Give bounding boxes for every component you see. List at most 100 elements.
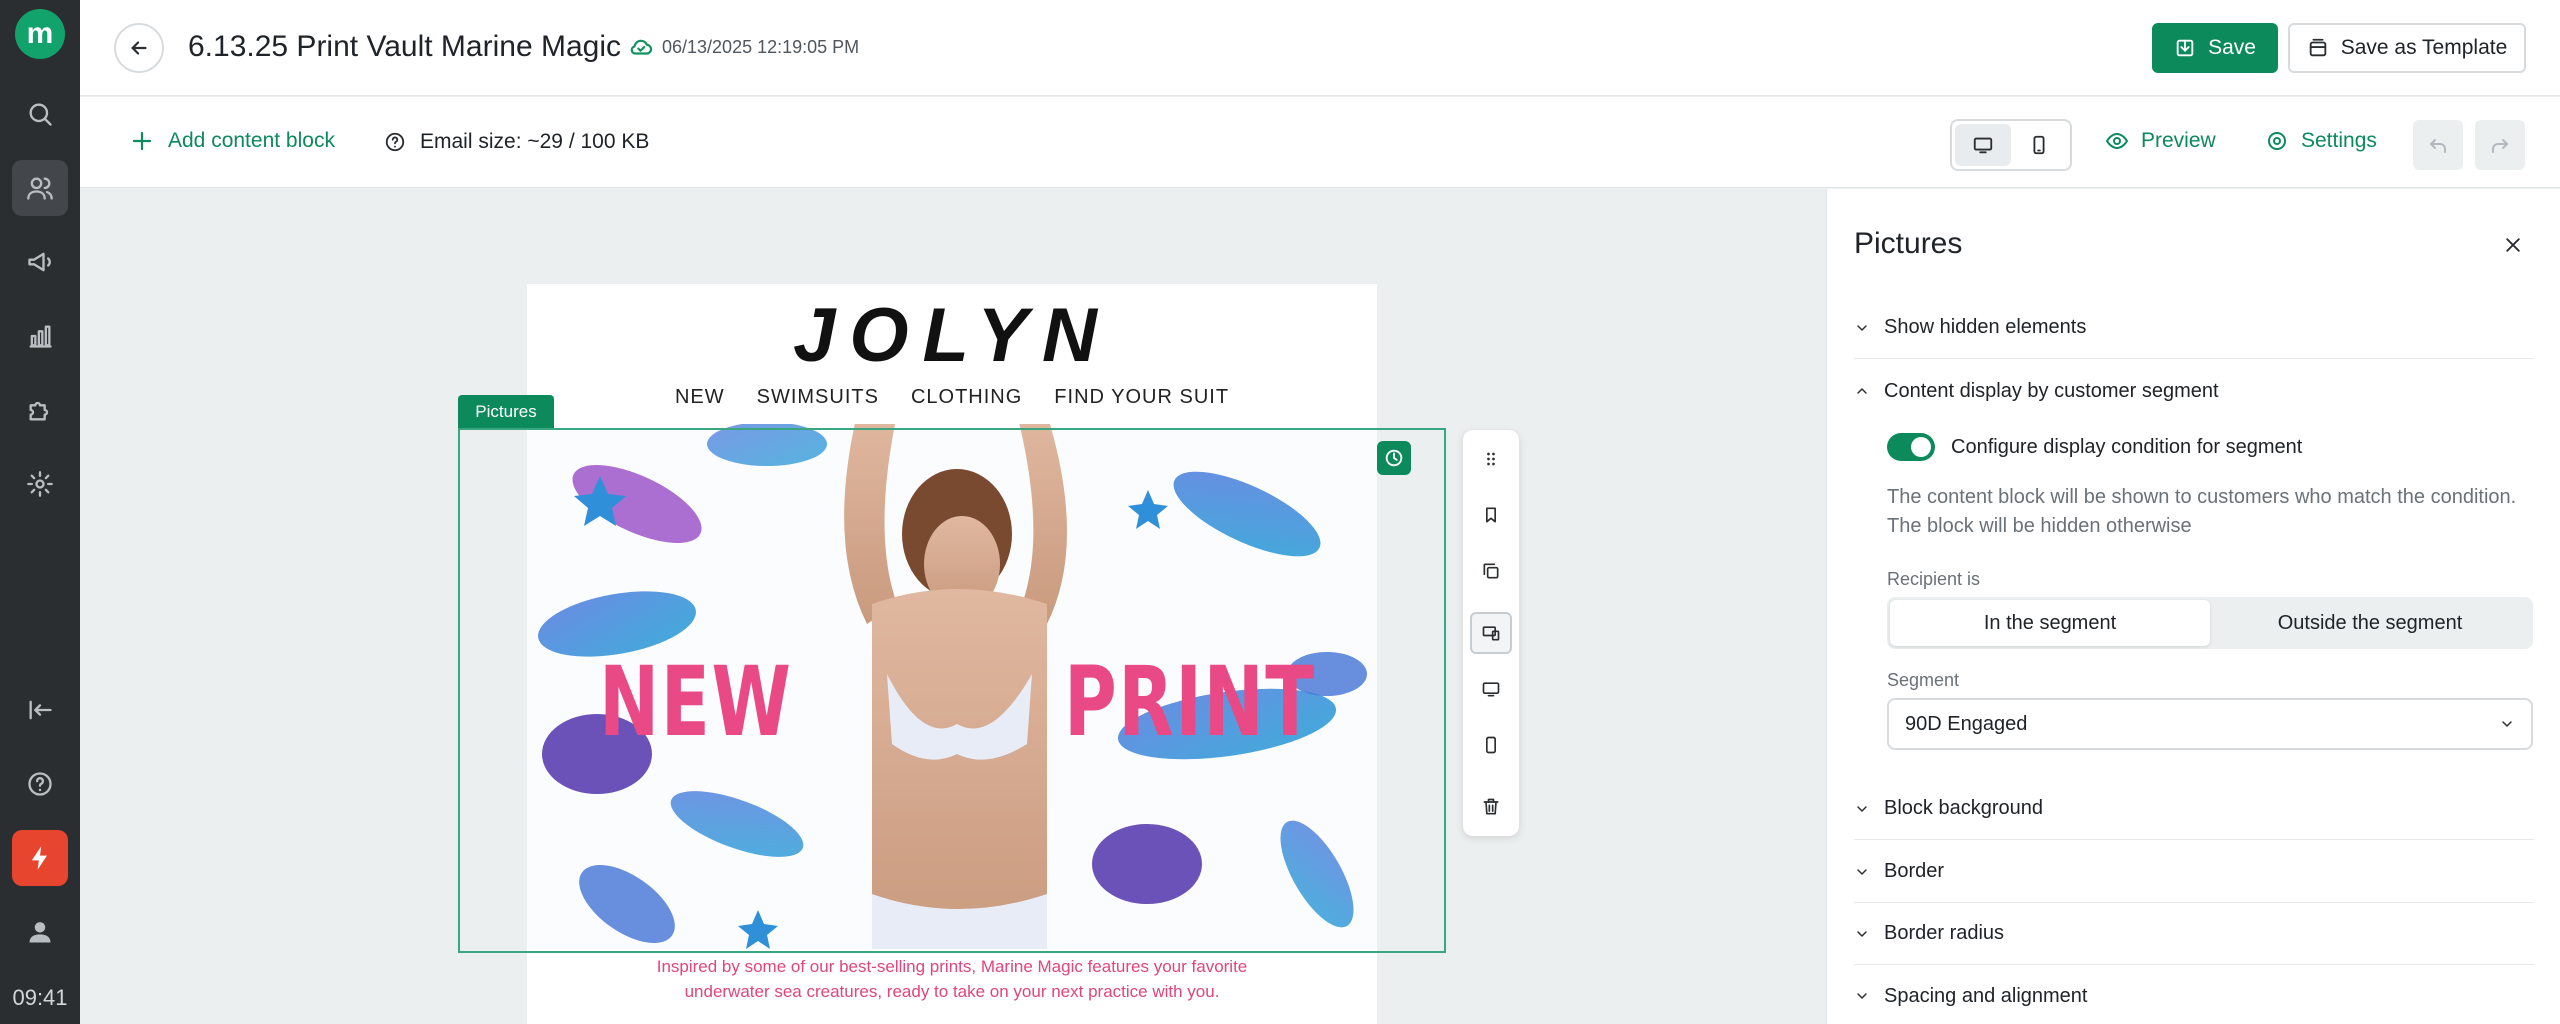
section-spacing-alignment[interactable]: Spacing and alignment (1854, 965, 2534, 1024)
collapse-icon[interactable] (12, 682, 68, 738)
save-as-template-button[interactable]: Save as Template (2288, 23, 2526, 73)
close-icon (2506, 238, 2520, 252)
arrow-left-icon (131, 41, 147, 55)
devices-icon (1482, 626, 1500, 641)
settings-label: Settings (2301, 129, 2377, 152)
help-icon[interactable] (12, 756, 68, 812)
profile-icon[interactable] (12, 904, 68, 960)
plus-icon (132, 131, 152, 151)
search-icon[interactable] (12, 86, 68, 142)
chevron-down-icon (1857, 805, 1867, 812)
bookmark-button[interactable] (1470, 494, 1512, 536)
display-condition-badge[interactable] (1377, 441, 1411, 475)
bookmark-icon (1486, 507, 1496, 523)
duplicate-button[interactable] (1470, 550, 1512, 592)
redo-icon (2492, 139, 2508, 153)
mobile-icon (1486, 736, 1496, 754)
chevron-down-icon (1857, 993, 1867, 999)
section-label: Content display by customer segment (1884, 379, 2219, 402)
hero-title-left: NEW (599, 646, 793, 758)
desktop-view-button[interactable] (1955, 124, 2011, 166)
brand-logo[interactable]: JOLYN (527, 292, 1377, 379)
undo-button[interactable] (2413, 120, 2463, 170)
section-label: Show hidden elements (1884, 316, 2087, 338)
drag-handle[interactable] (1470, 438, 1512, 480)
email-nav-item[interactable]: SWIMSUITS (757, 386, 879, 409)
delete-block-button[interactable] (1470, 786, 1512, 828)
hero-image[interactable]: NEW PRINT (527, 424, 1377, 949)
responsive-visibility-button[interactable] (1470, 612, 1512, 654)
email-preview: JOLYN NEW SWIMSUITS CLOTHING FIND YOUR S… (527, 284, 1377, 1024)
chevron-down-icon (2502, 721, 2512, 727)
segment-select[interactable]: 90D Engaged (1887, 698, 2533, 750)
redo-button[interactable] (2475, 120, 2525, 170)
chevron-down-icon (1857, 930, 1867, 937)
lightning-icon[interactable] (12, 830, 68, 886)
saved-timestamp: 06/13/2025 12:19:05 PM (662, 36, 860, 57)
segment-condition-label: Configure display condition for segment (1951, 436, 2303, 458)
email-caption[interactable]: Inspired by some of our best-selling pri… (527, 954, 1377, 1004)
close-panel-button[interactable] (2499, 231, 2527, 259)
desktop-icon (1482, 682, 1500, 697)
page-title[interactable]: 6.13.25 Print Vault Marine Magic (188, 30, 621, 64)
clock-icon (1385, 449, 1403, 467)
chevron-down-icon (1857, 324, 1867, 331)
save-icon (2176, 39, 2194, 57)
option-outside-segment[interactable]: Outside the segment (2210, 600, 2530, 646)
option-in-segment[interactable]: In the segment (1890, 600, 2210, 646)
segment-help-text: The content block will be shown to custo… (1887, 483, 2537, 541)
template-icon (2309, 38, 2326, 57)
section-label: Border radius (1884, 922, 2005, 944)
chevron-down-icon (1857, 868, 1867, 875)
mobile-view-button[interactable] (2011, 124, 2067, 166)
panel-title: Pictures (1854, 227, 1963, 260)
email-size-text: Email size: ~29 / 100 KB (420, 130, 650, 153)
section-show-hidden-elements[interactable]: Show hidden elements (1854, 297, 2534, 359)
back-button[interactable] (114, 23, 164, 73)
section-border[interactable]: Border (1854, 841, 2534, 903)
chevron-up-icon (1857, 388, 1867, 394)
clock: 09:41 (12, 985, 68, 1010)
recipient-segmented-control: In the segment Outside the segment (1887, 597, 2533, 649)
section-border-radius[interactable]: Border radius (1854, 903, 2534, 965)
section-label: Block background (1884, 797, 2043, 819)
segment-label: Segment (1887, 670, 1960, 690)
add-content-block-label: Add content block (168, 129, 335, 152)
segment-select-value: 90D Engaged (1905, 712, 2028, 735)
add-content-block-button[interactable]: Add content block (130, 129, 335, 153)
preview-label: Preview (2141, 129, 2216, 152)
save-button[interactable]: Save (2152, 23, 2278, 73)
app-logo[interactable]: m (15, 9, 65, 59)
hero-title-right: PRINT (1064, 646, 1316, 758)
section-block-background[interactable]: Block background (1854, 778, 2534, 840)
properties-panel: Pictures Show hidden elements Content di… (1826, 189, 2560, 1024)
device-toggle (1950, 119, 2072, 171)
email-nav-item[interactable]: FIND YOUR SUIT (1054, 386, 1229, 409)
segment-condition-toggle[interactable] (1887, 433, 1935, 461)
analytics-icon[interactable] (12, 308, 68, 364)
mobile-icon (2033, 135, 2045, 155)
desktop-only-button[interactable] (1470, 668, 1512, 710)
question-circle-icon (385, 132, 405, 152)
help-line: The content block will be shown to custo… (1887, 486, 2517, 508)
email-nav-item[interactable]: CLOTHING (911, 386, 1022, 409)
email-nav: NEW SWIMSUITS CLOTHING FIND YOUR SUIT (527, 386, 1377, 409)
undo-icon (2430, 139, 2446, 153)
eye-icon (2106, 133, 2128, 149)
customers-icon[interactable] (12, 160, 68, 216)
desktop-icon (1973, 137, 1993, 154)
campaigns-icon[interactable] (12, 234, 68, 290)
mobile-only-button[interactable] (1470, 724, 1512, 766)
header: 6.13.25 Print Vault Marine Magic 06/13/2… (80, 0, 2560, 96)
section-customer-segment[interactable]: Content display by customer segment (1854, 360, 2534, 422)
section-label: Spacing and alignment (1884, 984, 2088, 1007)
copy-icon (1483, 563, 1499, 579)
preview-button[interactable]: Preview (2105, 129, 2216, 153)
save-as-template-label: Save as Template (2340, 36, 2508, 59)
settings-icon[interactable] (12, 456, 68, 512)
save-status: 06/13/2025 12:19:05 PM (628, 34, 859, 60)
help-line: The block will be hidden otherwise (1887, 515, 2192, 537)
email-nav-item[interactable]: NEW (675, 386, 725, 409)
integrations-icon[interactable] (12, 382, 68, 438)
settings-button[interactable]: Settings (2265, 129, 2377, 153)
